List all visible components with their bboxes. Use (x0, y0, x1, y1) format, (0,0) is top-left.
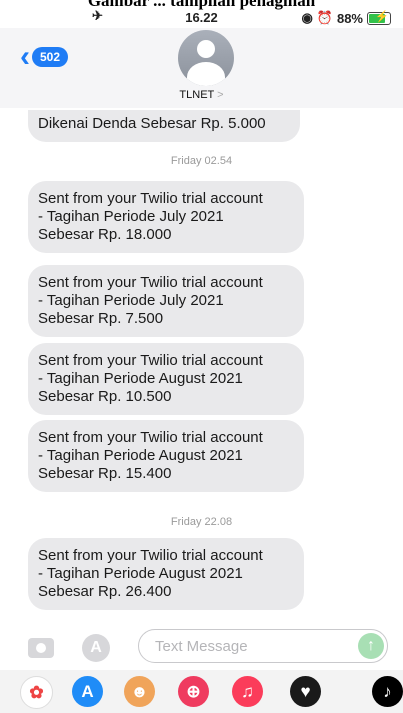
avatar-body (187, 62, 225, 86)
photos-app-icon[interactable]: ✿ (20, 676, 53, 709)
camera-icon[interactable] (28, 638, 54, 658)
message-bubble[interactable]: Sent from your Twilio trial account - Ta… (28, 265, 304, 337)
text-message-field[interactable]: ↑ (138, 629, 388, 663)
message-bubble[interactable]: Dikenai Denda Sebesar Rp. 5.000 (28, 110, 300, 142)
back-button[interactable]: ‹ 502 (20, 40, 69, 73)
contact-avatar[interactable] (178, 30, 234, 86)
message-bubble[interactable]: Sent from your Twilio trial account - Ta… (28, 181, 304, 253)
chevron-left-icon: ‹ (20, 40, 30, 73)
message-bubble[interactable]: Sent from your Twilio trial account - Ta… (28, 420, 304, 492)
contact-name[interactable]: TLNET > (0, 89, 403, 101)
send-button[interactable]: ↑ (358, 633, 384, 659)
timestamp-label: Friday 02.54 (170, 155, 233, 167)
unread-count-badge: 502 (32, 47, 69, 67)
chevron-right-icon: > (217, 89, 224, 101)
avatar-head (197, 40, 215, 58)
status-right: ◉ ⏰ 88% ⚡ (301, 10, 391, 26)
music-app-icon[interactable]: ♫ (232, 676, 263, 707)
orientation-lock-icon: ◉ (301, 10, 313, 25)
message-input-bar: A ↑ (0, 628, 403, 668)
contact-name-label: TLNET (179, 89, 215, 101)
alarm-icon: ⏰ (316, 10, 333, 25)
tiktok-app-icon[interactable]: ♪ (372, 676, 403, 707)
status-bar: ✈ 16.22 ◉ ⏰ 88% ⚡ (0, 6, 403, 28)
app-store-button-icon[interactable]: A (82, 634, 110, 662)
memoji-app-icon[interactable]: ☻ (124, 676, 155, 707)
images-search-app-icon[interactable]: ⊕ (178, 676, 209, 707)
message-bubble[interactable]: Sent from your Twilio trial account - Ta… (28, 343, 304, 415)
charging-bolt-icon: ⚡ (375, 10, 389, 23)
conversation-header: ‹ 502 TLNET > (0, 28, 403, 108)
text-message-input[interactable] (153, 637, 347, 656)
battery-percent: 88% (336, 10, 363, 26)
digital-touch-app-icon[interactable]: ♥ (290, 676, 321, 707)
timestamp-label: Friday 22.08 (170, 516, 233, 528)
battery-icon: ⚡ (367, 10, 391, 25)
message-bubble[interactable]: Sent from your Twilio trial account - Ta… (28, 538, 304, 610)
imessage-app-drawer: ✿ A ☻ ⊕ ♫ ♥ ♪ (0, 670, 403, 713)
app-store-icon[interactable]: A (72, 676, 103, 707)
